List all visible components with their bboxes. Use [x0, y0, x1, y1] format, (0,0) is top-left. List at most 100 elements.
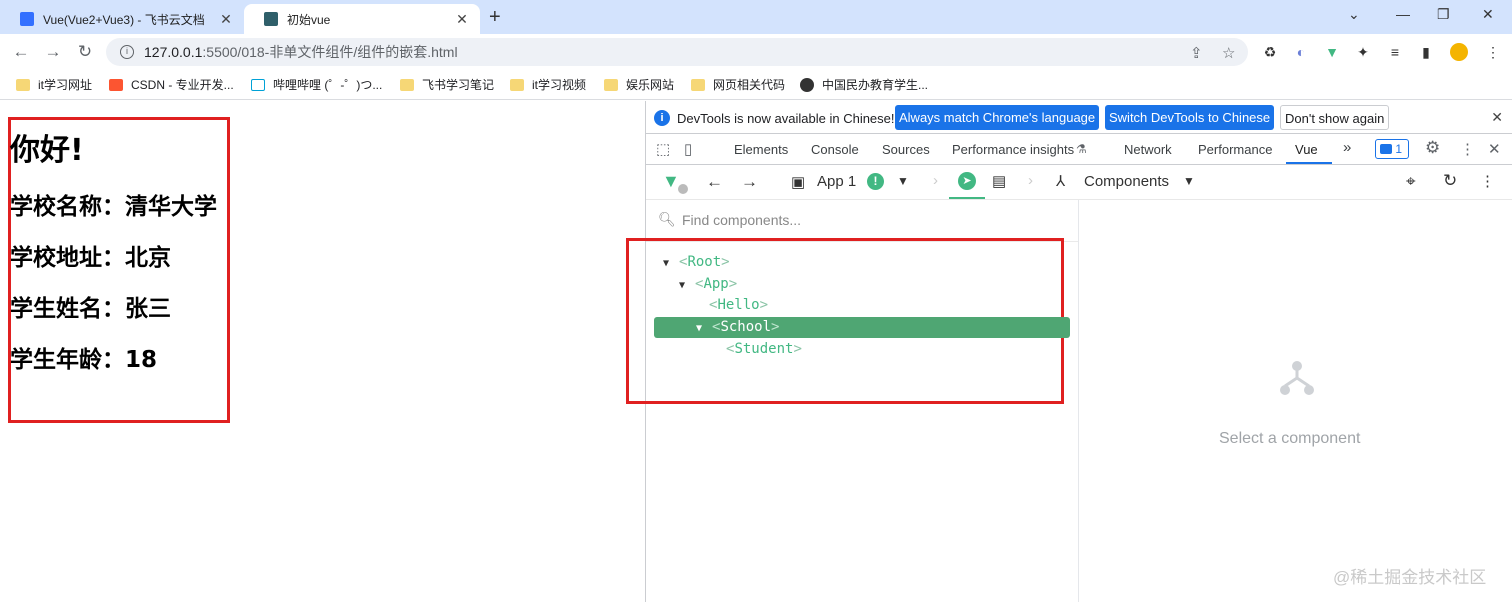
bookmark-csdn[interactable]: CSDN - 专业开发... — [109, 76, 234, 93]
tab-search-icon[interactable]: ⌄ — [1348, 6, 1360, 23]
close-icon[interactable]: ✕ — [450, 11, 474, 28]
node-label: Student — [734, 341, 794, 357]
folder-icon — [691, 78, 705, 91]
bookmark-label: 飞书学习笔记 — [422, 78, 495, 92]
vue-devtools-extension-icon[interactable]: ▼ — [1323, 43, 1341, 61]
maximize-icon[interactable]: ❐ — [1437, 6, 1450, 23]
active-view-indicator — [949, 197, 985, 199]
browser-tab-strip: Vue(Vue2+Vue3) - 飞书云文档 ✕ 初始vue ✕ + ⌄ — ❐… — [0, 0, 1512, 34]
student-age: 学生年龄：18 — [10, 347, 158, 373]
infobar-message: DevTools is now available in Chinese! — [677, 111, 895, 126]
components-selector-label[interactable]: Components — [1084, 173, 1169, 190]
node-label: Root — [687, 254, 722, 270]
expand-arrow-icon[interactable]: ▼ — [663, 258, 673, 269]
extension-icon[interactable]: ◐ — [1292, 43, 1310, 61]
close-icon[interactable]: ✕ — [214, 11, 238, 28]
new-tab-button[interactable]: + — [489, 6, 501, 29]
tree-node-root[interactable]: ▼ <Root> — [663, 254, 730, 270]
tree-node-student[interactable]: <Student> — [726, 341, 802, 357]
tab-performance-insights[interactable]: Performance insights — [952, 142, 1074, 157]
folder-icon — [16, 78, 30, 91]
browser-toolbar: ← → ↻ i 127.0.0.1:5500/018-非单文件组件/组件的嵌套.… — [0, 34, 1512, 70]
tab-sources[interactable]: Sources — [882, 142, 930, 157]
select-target-icon[interactable]: ⌖ — [1406, 172, 1416, 192]
bookmark-web-code[interactable]: 网页相关代码 — [691, 76, 785, 93]
chevron-down-icon[interactable]: ▼ — [1183, 174, 1195, 188]
tab-console[interactable]: Console — [811, 142, 859, 157]
site-info-icon[interactable]: i — [120, 45, 134, 59]
component-tree-icon — [1280, 361, 1314, 395]
vue-menu-icon[interactable]: ⋮ — [1480, 172, 1495, 190]
tab-vue[interactable]: Vue — [1295, 142, 1318, 157]
close-icon[interactable]: ✕ — [1491, 109, 1503, 126]
folder-icon — [604, 78, 618, 91]
tree-node-hello[interactable]: <Hello> — [709, 297, 768, 313]
inspect-element-icon[interactable]: ⬚ — [656, 140, 670, 158]
separator-chevron-icon: › — [933, 172, 938, 189]
settings-gear-icon[interactable]: ⚙ — [1425, 138, 1440, 158]
share-icon[interactable]: ⇪ — [1190, 44, 1203, 62]
browser-tab-feishu[interactable]: Vue(Vue2+Vue3) - 飞书云文档 ✕ — [0, 4, 244, 34]
timeline-icon[interactable]: ▤ — [992, 172, 1006, 190]
compass-icon[interactable]: ➤ — [958, 172, 976, 190]
browser-tab-vue[interactable]: 初始vue ✕ — [244, 4, 480, 34]
close-devtools-icon[interactable]: ✕ — [1488, 140, 1501, 158]
dont-show-again-button[interactable]: Don't show again — [1280, 105, 1390, 130]
search-icon: 🔍︎ — [658, 211, 676, 227]
reload-icon[interactable]: ↻ — [73, 40, 97, 64]
back-icon[interactable]: ← — [9, 40, 33, 64]
devtools-panel: i DevTools is now available in Chinese! … — [626, 101, 1512, 602]
forward-icon[interactable]: → — [741, 172, 758, 192]
address-bar[interactable]: i 127.0.0.1:5500/018-非单文件组件/组件的嵌套.html ⇪… — [106, 38, 1248, 66]
status-dot-icon — [678, 184, 688, 194]
minimize-icon[interactable]: — — [1396, 6, 1410, 22]
more-tabs-button[interactable]: » — [1343, 139, 1351, 156]
bookmark-label: it学习视频 — [532, 78, 587, 92]
extensions-puzzle-icon[interactable]: ✦ — [1354, 43, 1372, 61]
devtools-tabs: ⬚ ▯ Elements Console Sources Performance… — [646, 134, 1512, 165]
window-close-icon[interactable]: ✕ — [1482, 6, 1494, 23]
match-language-button[interactable]: Always match Chrome's language — [895, 105, 1100, 130]
search-input[interactable]: Find components... — [682, 212, 801, 228]
app-selector-label[interactable]: App 1 — [817, 173, 856, 190]
bookmark-it-links[interactable]: it学习网址 — [16, 76, 92, 93]
panel-splitter[interactable] — [1078, 200, 1079, 602]
student-name: 学生姓名：张三 — [10, 296, 171, 322]
folder-icon — [510, 78, 524, 91]
profile-avatar[interactable] — [1450, 43, 1468, 61]
devtools-menu-icon[interactable]: ⋮ — [1460, 140, 1475, 158]
bookmarks-bar: it学习网址 CSDN - 专业开发... 哔哩哔哩 (゜-゜)つ... 飞书学… — [0, 70, 1512, 100]
reading-list-icon[interactable]: ≡ — [1386, 43, 1404, 61]
bookmark-it-videos[interactable]: it学习视频 — [510, 76, 586, 93]
tab-network[interactable]: Network — [1124, 142, 1172, 157]
forward-icon[interactable]: → — [41, 40, 65, 64]
node-label: Hello — [717, 297, 760, 313]
bookmark-label: CSDN - 专业开发... — [131, 78, 234, 92]
tab-performance[interactable]: Performance — [1198, 142, 1272, 157]
bookmark-education[interactable]: 中国民办教育学生... — [800, 76, 928, 93]
document-favicon-icon — [20, 12, 34, 26]
tab-elements[interactable]: Elements — [734, 142, 788, 157]
page-viewport: 你好! 学校名称：清华大学 学校地址：北京 学生姓名：张三 学生年龄：18 — [0, 101, 645, 602]
bookmark-entertainment[interactable]: 娱乐网站 — [604, 76, 674, 93]
expand-arrow-icon[interactable]: ▼ — [696, 323, 706, 334]
refresh-icon[interactable]: ↻ — [1443, 171, 1457, 191]
side-panel-icon[interactable]: ▮ — [1417, 43, 1435, 61]
issues-badge[interactable]: 1 — [1375, 139, 1409, 159]
bookmark-label: 网页相关代码 — [713, 78, 786, 92]
tree-node-app[interactable]: ▼ <App> — [679, 276, 737, 292]
back-icon[interactable]: ← — [706, 172, 723, 192]
chevron-down-icon[interactable]: ▼ — [897, 174, 909, 188]
issues-count: 1 — [1395, 142, 1402, 156]
recycle-extension-icon[interactable]: ♻ — [1261, 43, 1279, 61]
switch-chinese-button[interactable]: Switch DevTools to Chinese — [1105, 105, 1275, 130]
bookmark-feishu-notes[interactable]: 飞书学习笔记 — [400, 76, 494, 93]
device-toolbar-icon[interactable]: ▯ — [684, 140, 692, 158]
browser-menu-icon[interactable]: ⋮ — [1484, 43, 1502, 61]
tree-node-school[interactable]: ▼ <School> — [696, 319, 779, 335]
bookmark-label: it学习网址 — [38, 78, 93, 92]
expand-arrow-icon[interactable]: ▼ — [679, 280, 689, 291]
bookmark-bilibili[interactable]: 哔哩哔哩 (゜-゜)つ... — [251, 76, 382, 93]
bookmark-star-icon[interactable]: ☆ — [1222, 44, 1235, 62]
message-icon — [1380, 144, 1392, 154]
